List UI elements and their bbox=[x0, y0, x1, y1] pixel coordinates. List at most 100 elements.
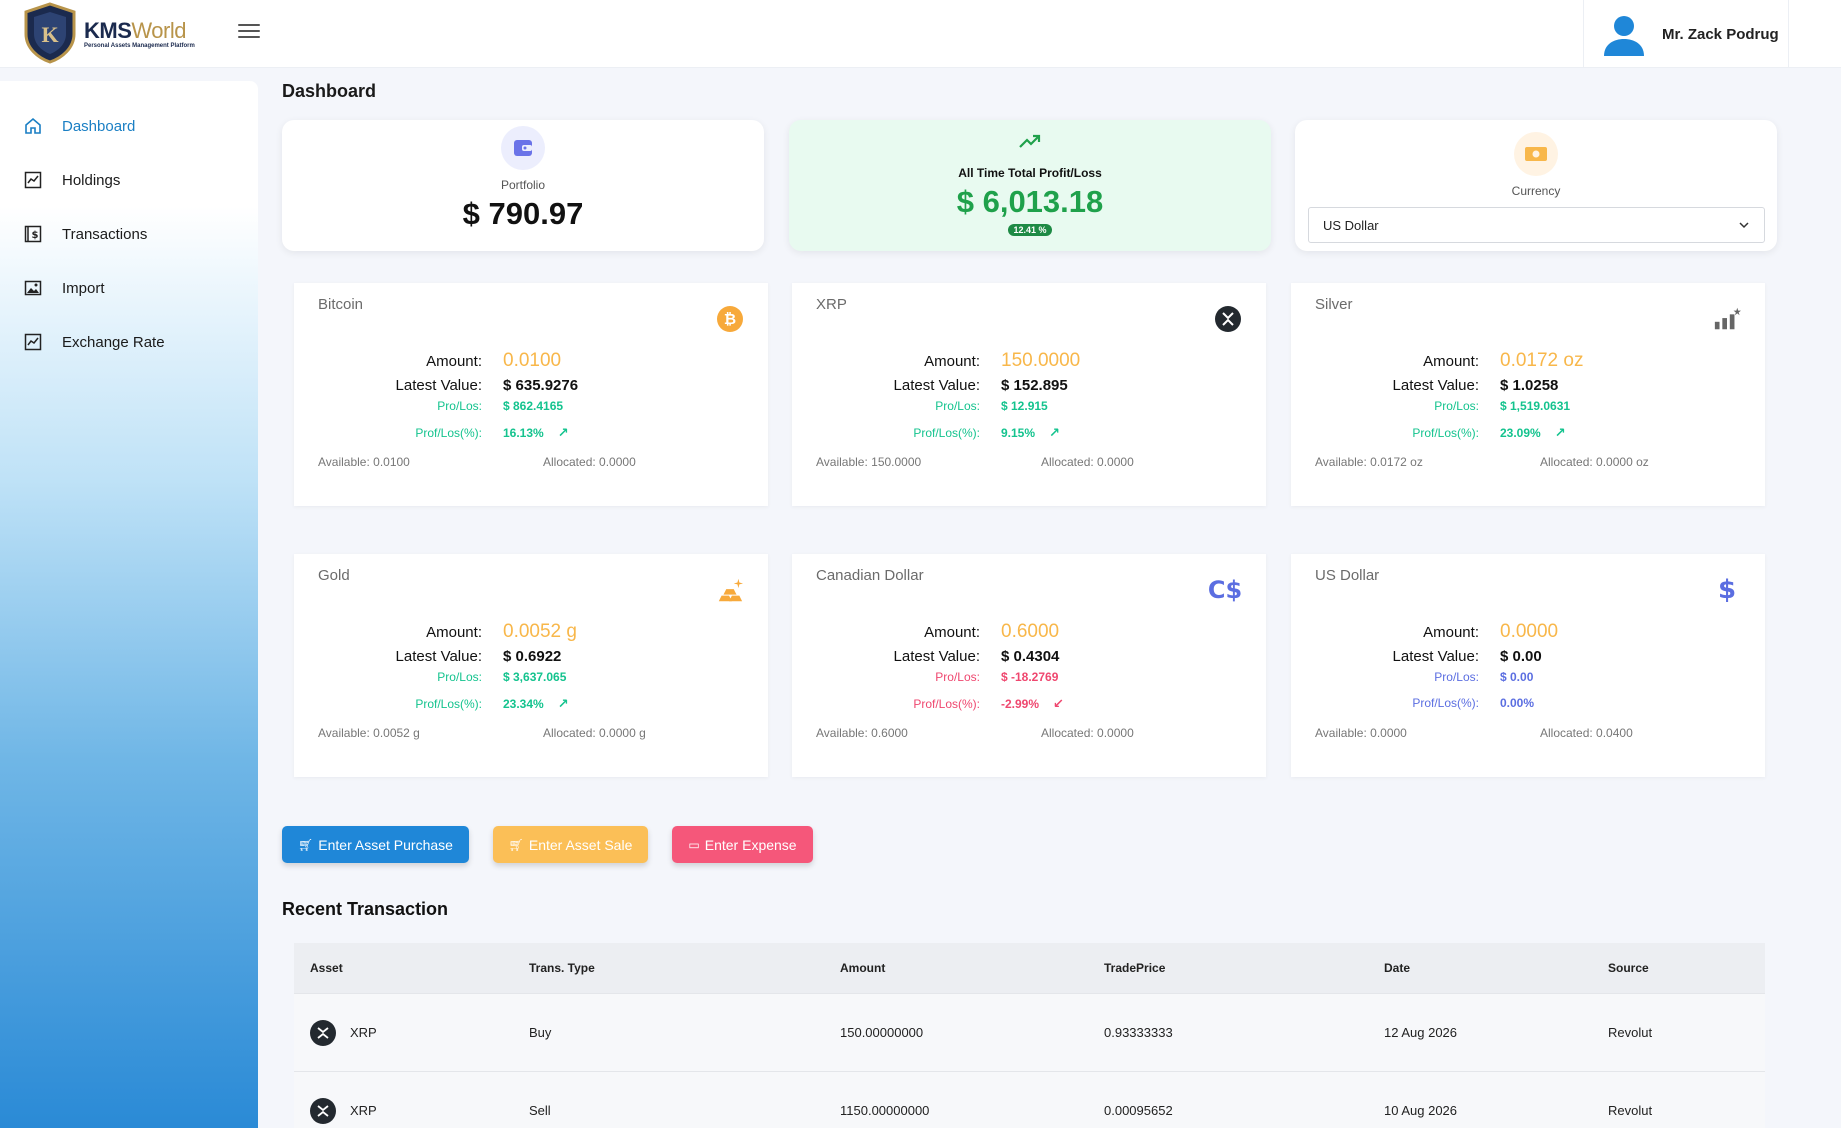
asset-profit-loss-percent: 9.15% bbox=[1001, 426, 1036, 440]
currency-label: Currency bbox=[1511, 184, 1561, 198]
silver-chart-icon bbox=[1713, 305, 1741, 333]
enter-expense-button[interactable]: ▭ Enter Expense bbox=[672, 826, 813, 863]
asset-profit-loss: $ -18.2769 bbox=[1001, 670, 1059, 684]
asset-profit-loss: $ 0.00 bbox=[1500, 670, 1534, 684]
cell-amount: 150.00000000 bbox=[840, 1025, 924, 1040]
asset-latest-value: $ 1.0258 bbox=[1500, 377, 1559, 394]
sidebar-item-label: Holdings bbox=[62, 171, 121, 189]
top-header: K KMSWorld Personal Assets Management Pl… bbox=[0, 0, 1841, 68]
asset-name: Gold bbox=[318, 567, 350, 584]
asset-profit-loss: $ 3,637.065 bbox=[503, 670, 567, 684]
profit-loss-card: All Time Total Profit/Loss $ 6,013.18 12… bbox=[789, 120, 1271, 251]
cad-icon: C$ bbox=[1207, 576, 1243, 604]
user-name: Mr. Zack Podrug bbox=[1662, 25, 1779, 43]
table-row[interactable]: XRP Buy 150.00000000 0.93333333 12 Aug 2… bbox=[294, 993, 1765, 1071]
column-header-asset[interactable]: Asset bbox=[294, 961, 529, 975]
sidebar-item-holdings[interactable]: Holdings bbox=[0, 153, 258, 207]
asset-amount: 0.0172 oz bbox=[1500, 350, 1584, 371]
page-title: Dashboard bbox=[282, 81, 377, 101]
sidebar-item-label: Import bbox=[62, 279, 105, 297]
asset-name: Bitcoin bbox=[318, 296, 364, 313]
brand-logo[interactable]: K KMSWorld Personal Assets Management Pl… bbox=[22, 2, 195, 64]
asset-allocated: Allocated: 0.0000 bbox=[1041, 726, 1134, 740]
trend-up-icon: ↗ bbox=[1049, 425, 1060, 440]
image-icon bbox=[24, 280, 42, 296]
currency-selected-value: US Dollar bbox=[1323, 217, 1379, 233]
asset-profit-loss-percent: 16.13% bbox=[503, 426, 544, 440]
recent-transaction-title: Recent Transaction bbox=[282, 899, 449, 919]
trending-up-icon bbox=[1008, 124, 1052, 160]
main-content: Dashboard bbox=[282, 81, 376, 102]
column-header-amount[interactable]: Amount bbox=[840, 961, 1104, 975]
cart-icon: 🛒︎ bbox=[298, 837, 314, 852]
home-icon bbox=[25, 117, 41, 134]
sidebar-item-dashboard[interactable]: Dashboard bbox=[0, 99, 258, 153]
sidebar-item-import[interactable]: Import bbox=[0, 261, 258, 315]
shield-logo-icon: K bbox=[24, 2, 76, 64]
profit-percent-badge: 12.41 % bbox=[1008, 224, 1052, 236]
user-profile[interactable]: Mr. Zack Podrug bbox=[1583, 0, 1789, 68]
cell-trade-price: 0.00095652 bbox=[1104, 1103, 1173, 1118]
asset-allocated: Allocated: 0.0000 g bbox=[543, 726, 646, 740]
profit-loss-value: $ 6,013.18 bbox=[956, 184, 1104, 219]
enter-asset-purchase-button[interactable]: 🛒︎ Enter Asset Purchase bbox=[282, 826, 469, 863]
chevron-down-icon bbox=[1739, 222, 1749, 229]
asset-profit-loss-percent: 23.09% bbox=[1500, 426, 1541, 440]
cell-trade-price: 0.93333333 bbox=[1104, 1025, 1173, 1040]
bitcoin-icon: ₿ bbox=[716, 305, 744, 333]
asset-card-us-dollar[interactable]: US Dollar $ Amount: 0.0000 Latest Value: $… bbox=[1291, 554, 1765, 777]
chart-line-icon bbox=[24, 333, 42, 351]
asset-available: Available: 150.0000 bbox=[816, 455, 922, 469]
trend-up-icon: ↗ bbox=[557, 425, 569, 440]
cell-date: 10 Aug 2026 bbox=[1384, 1103, 1458, 1118]
trend-up-icon: ↗ bbox=[1554, 425, 1566, 440]
asset-available: Available: 0.6000 bbox=[816, 726, 908, 740]
svg-text:₿: ₿ bbox=[724, 310, 736, 328]
currency-card: Currency US Dollar bbox=[1295, 120, 1777, 251]
xrp-icon bbox=[310, 1019, 336, 1046]
sidebar-item-exchange-rate[interactable]: Exchange Rate bbox=[0, 315, 258, 369]
column-header-trade-price[interactable]: TradePrice bbox=[1104, 961, 1384, 975]
ticket-icon: ▭ bbox=[688, 837, 700, 852]
cell-date: 12 Aug 2026 bbox=[1384, 1025, 1458, 1040]
asset-profit-loss-percent: 0.00% bbox=[1500, 696, 1535, 710]
usd-icon: $ bbox=[1717, 575, 1737, 605]
recent-transactions-table: Asset Trans. Type Amount TradePrice Date… bbox=[294, 943, 1765, 1128]
cell-amount: 1150.00000000 bbox=[840, 1103, 930, 1118]
column-header-source[interactable]: Source bbox=[1608, 961, 1765, 975]
asset-amount: 150.0000 bbox=[1001, 350, 1081, 371]
asset-profit-loss-percent: 23.34% bbox=[503, 697, 544, 711]
xrp-icon bbox=[1214, 305, 1242, 333]
asset-card-xrp[interactable]: XRP Amount: 150.0000 Latest Value: $ 152.8… bbox=[792, 283, 1266, 506]
chart-line-icon bbox=[24, 171, 42, 189]
table-row[interactable]: XRP Sell 1150.00000000 0.00095652 10 Aug… bbox=[294, 1071, 1765, 1128]
asset-latest-value: $ 0.4304 bbox=[1001, 648, 1060, 665]
asset-available: Available: 0.0000 bbox=[1315, 726, 1407, 740]
gold-bars-icon bbox=[716, 576, 744, 604]
asset-profit-loss: $ 862.4165 bbox=[503, 399, 564, 413]
column-header-type[interactable]: Trans. Type bbox=[529, 961, 840, 975]
asset-card-gold[interactable]: Gold Amount: 0.0052 g Latest Value: $ 0.69… bbox=[294, 554, 768, 777]
profit-loss-label: All Time Total Profit/Loss bbox=[958, 166, 1102, 180]
asset-card-canadian-dollar[interactable]: Canadian Dollar C$ Amount: 0.6000 Latest … bbox=[792, 554, 1266, 777]
sidebar: Dashboard Holdings $ Transactions Import… bbox=[0, 81, 258, 1128]
column-header-date[interactable]: Date bbox=[1384, 961, 1608, 975]
asset-card-bitcoin[interactable]: Bitcoin ₿ Amount: 0.0100 Latest Value: $ 6… bbox=[294, 283, 768, 506]
banknote-icon bbox=[1514, 132, 1558, 176]
asset-profit-loss: $ 1,519.0631 bbox=[1500, 399, 1571, 413]
user-avatar-icon bbox=[1604, 16, 1644, 56]
currency-select[interactable]: US Dollar bbox=[1308, 207, 1765, 243]
hamburger-menu-icon[interactable] bbox=[238, 24, 260, 42]
asset-profit-loss-percent: -2.99% bbox=[1001, 697, 1040, 711]
enter-asset-sale-button[interactable]: 🛒︎ Enter Asset Sale bbox=[493, 826, 648, 863]
asset-card-silver[interactable]: Silver Amount: 0.0172 oz Latest Value: $ 1… bbox=[1291, 283, 1765, 506]
asset-name: XRP bbox=[816, 296, 847, 313]
cart-icon: 🛒︎ bbox=[508, 837, 524, 852]
portfolio-value: $ 790.97 bbox=[462, 196, 584, 231]
xrp-icon bbox=[310, 1097, 336, 1124]
sidebar-item-transactions[interactable]: $ Transactions bbox=[0, 207, 258, 261]
asset-latest-value: $ 152.895 bbox=[1001, 377, 1068, 394]
asset-name: US Dollar bbox=[1315, 567, 1380, 584]
cell-asset: XRP bbox=[350, 1025, 377, 1040]
svg-text:K: K bbox=[41, 22, 58, 47]
